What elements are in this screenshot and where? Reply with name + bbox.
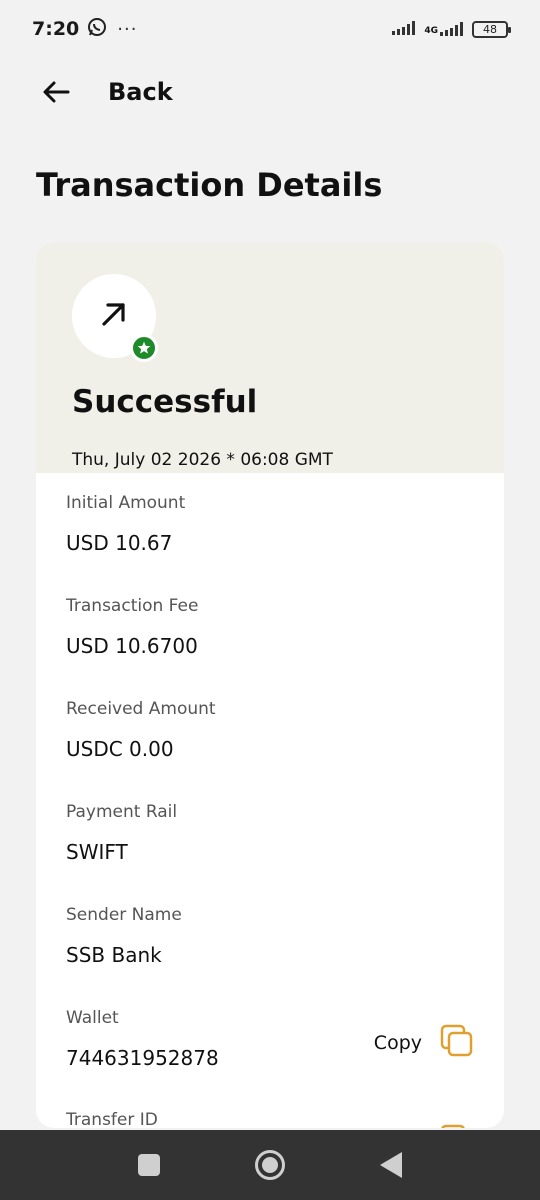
field-transaction-fee: Transaction Fee USD 10.6700 (66, 596, 476, 658)
header: Back (0, 64, 540, 124)
field-initial-amount: Initial Amount USD 10.67 (66, 493, 476, 555)
field-value: USD 10.6700 (66, 634, 198, 658)
field-label: Transaction Fee (66, 596, 199, 616)
page-title: Transaction Details (36, 166, 383, 204)
battery-level: 48 (483, 22, 497, 36)
transaction-card: Successful Thu, July 02 2026 * 06:08 GMT… (36, 242, 504, 1128)
system-back-button[interactable] (380, 1152, 402, 1178)
field-transfer-id: Transfer ID (66, 1110, 476, 1128)
star-badge-icon (130, 334, 158, 362)
status-time: 7:20 (32, 18, 80, 40)
system-nav-bar (0, 1130, 540, 1200)
home-icon (262, 1157, 278, 1173)
copy-wallet-button[interactable]: Copy (374, 1024, 474, 1062)
field-label: Received Amount (66, 699, 216, 719)
transaction-datetime: Thu, July 02 2026 * 06:08 GMT (72, 450, 333, 470)
status-overflow: ··· (117, 18, 138, 40)
whatsapp-icon (87, 17, 107, 41)
field-label: Transfer ID (66, 1110, 158, 1128)
copy-icon[interactable] (440, 1024, 474, 1062)
transaction-status: Successful (72, 384, 258, 420)
status-bar: 7:20 ··· 4G 48 (0, 0, 540, 58)
field-value: USDC 0.00 (66, 737, 174, 761)
arrow-up-right-icon (97, 297, 131, 335)
signal-icon (392, 20, 416, 39)
field-payment-rail: Payment Rail SWIFT (66, 802, 476, 864)
battery-icon: 48 (472, 20, 511, 38)
field-value: SWIFT (66, 840, 128, 864)
field-sender-name: Sender Name SSB Bank (66, 905, 476, 967)
transaction-summary: Successful Thu, July 02 2026 * 06:08 GMT (36, 242, 504, 473)
network-type: 4G (424, 26, 438, 36)
back-button[interactable]: Back (108, 78, 173, 106)
home-button[interactable] (255, 1150, 285, 1180)
recents-button[interactable] (138, 1154, 160, 1176)
field-received-amount: Received Amount USDC 0.00 (66, 699, 476, 761)
arrow-left-icon[interactable] (38, 74, 74, 110)
field-label: Initial Amount (66, 493, 186, 513)
field-value: SSB Bank (66, 943, 162, 967)
status-left: 7:20 ··· (32, 17, 137, 41)
field-value: USD 10.67 (66, 531, 173, 555)
copy-icon[interactable] (440, 1124, 474, 1128)
field-label: Payment Rail (66, 802, 178, 822)
copy-transfer-id-button[interactable] (440, 1124, 474, 1128)
copy-label[interactable]: Copy (374, 1032, 422, 1054)
field-label: Sender Name (66, 905, 182, 925)
status-right: 4G 48 (392, 20, 511, 39)
signal-4g-icon: 4G (424, 22, 464, 36)
